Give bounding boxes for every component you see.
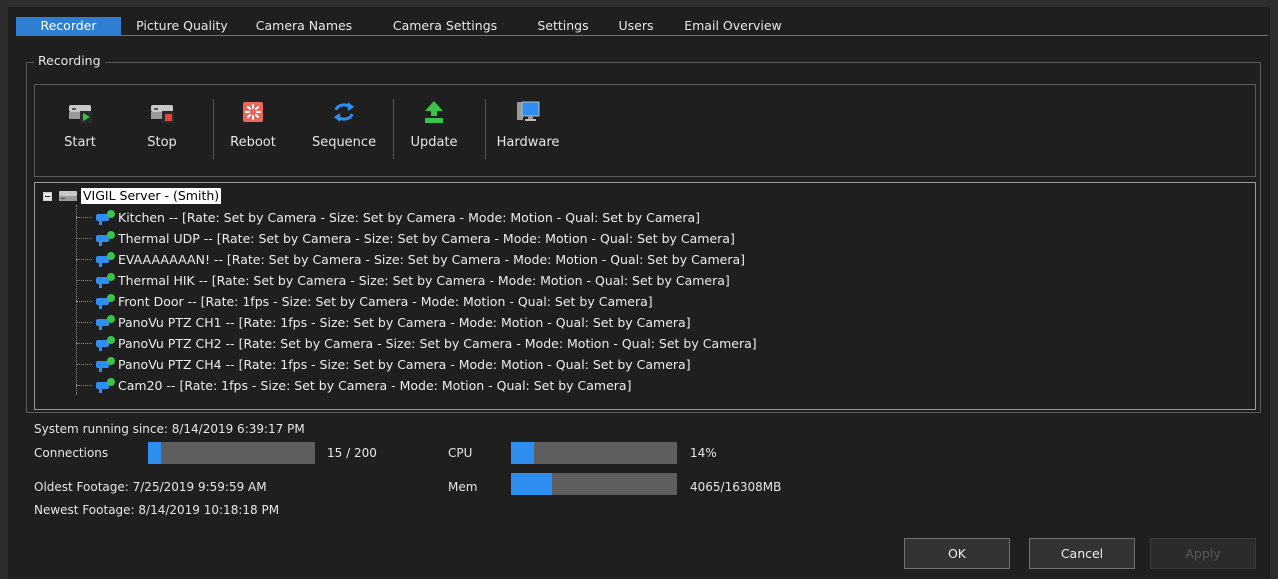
oldest-footage-text: Oldest Footage: 7/25/2019 9:59:59 AM [34, 480, 267, 494]
stop-button[interactable]: Stop [131, 99, 193, 159]
recorder-toolbar: Start Stop Reboot Sequence Update Hardwa… [34, 84, 1256, 177]
cpu-label: CPU [448, 446, 473, 460]
camera-label: Thermal HIK -- [Rate: Set by Camera - Si… [118, 272, 730, 288]
server-stop-icon [151, 105, 174, 123]
server-start-icon [69, 105, 92, 123]
camera-icon [96, 294, 115, 309]
hardware-label: Hardware [496, 135, 560, 150]
camera-label: Thermal UDP -- [Rate: Set by Camera - Si… [118, 230, 735, 246]
camera-node[interactable]: PanoVu PTZ CH2 -- [Rate: Set by Camera -… [76, 333, 757, 353]
recording-group-title: Recording [34, 54, 105, 68]
connections-progress-bar [148, 442, 315, 464]
tab-recorder[interactable]: Recorder [16, 17, 121, 35]
start-button[interactable]: Start [49, 99, 111, 159]
cpu-progress-bar [511, 442, 677, 464]
reboot-label: Reboot [230, 135, 276, 150]
camera-node[interactable]: EVAAAAAAAN! -- [Rate: Set by Camera - Si… [76, 249, 745, 269]
mem-label: Mem [448, 480, 478, 494]
camera-label: PanoVu PTZ CH2 -- [Rate: Set by Camera -… [118, 335, 757, 351]
update-button[interactable]: Update [401, 99, 467, 159]
toolbar-separator [485, 99, 486, 159]
camera-node[interactable]: Thermal UDP -- [Rate: Set by Camera - Si… [76, 228, 735, 248]
tab-email-overview[interactable]: Email Overview [671, 17, 795, 35]
collapse-icon[interactable] [43, 191, 52, 201]
reboot-icon [243, 102, 263, 122]
reboot-button[interactable]: Reboot [219, 99, 287, 159]
sequence-button[interactable]: Sequence [303, 99, 385, 159]
camera-icon [96, 252, 115, 267]
running-since-text: System running since: 8/14/2019 6:39:17 … [34, 422, 305, 436]
update-label: Update [410, 135, 458, 150]
camera-icon [96, 315, 115, 330]
update-icon [425, 101, 443, 123]
tab-picture-quality[interactable]: Picture Quality [121, 17, 243, 35]
camera-icon [96, 231, 115, 246]
camera-node[interactable]: Kitchen -- [Rate: Set by Camera - Size: … [76, 207, 700, 227]
connections-value: 15 / 200 [327, 446, 377, 460]
tab-users[interactable]: Users [601, 17, 671, 35]
tab-camera-names[interactable]: Camera Names [243, 17, 365, 35]
connections-label: Connections [34, 446, 109, 460]
camera-label: EVAAAAAAAN! -- [Rate: Set by Camera - Si… [118, 251, 746, 267]
camera-node[interactable]: Front Door -- [Rate: 1fps - Size: Set by… [76, 291, 653, 311]
camera-icon [96, 357, 115, 372]
hardware-button[interactable]: Hardware [489, 99, 567, 159]
connections-progress-fill [148, 442, 161, 464]
mem-progress-fill [511, 473, 553, 495]
mem-progress-bar [511, 473, 677, 495]
newest-footage-text: Newest Footage: 8/14/2019 10:18:18 PM [34, 503, 280, 517]
camera-icon [96, 378, 115, 393]
camera-tree[interactable]: VIGIL Server - (Smith) Kitchen -- [Rate:… [34, 182, 1256, 410]
hardware-monitor-icon [517, 101, 540, 121]
cpu-value: 14% [690, 446, 717, 460]
camera-label: PanoVu PTZ CH1 -- [Rate: 1fps - Size: Se… [118, 314, 691, 330]
sequence-label: Sequence [311, 135, 377, 150]
camera-icon [96, 273, 115, 288]
cancel-button[interactable]: Cancel [1029, 538, 1135, 569]
camera-node[interactable]: PanoVu PTZ CH4 -- [Rate: 1fps - Size: Se… [76, 354, 691, 374]
sequence-icon [334, 102, 354, 122]
stop-label: Stop [147, 135, 177, 150]
camera-label: Kitchen -- [Rate: Set by Camera - Size: … [118, 209, 701, 225]
start-label: Start [64, 135, 96, 150]
camera-icon [96, 210, 115, 225]
tab-settings[interactable]: Settings [525, 17, 601, 35]
mem-value: 4065/16308MB [690, 480, 782, 494]
camera-label: Front Door -- [Rate: 1fps - Size: Set by… [118, 293, 653, 309]
server-icon [59, 191, 77, 201]
camera-icon [96, 336, 115, 351]
camera-node[interactable]: Cam20 -- [Rate: 1fps - Size: Set by Came… [76, 375, 631, 395]
tab-bar: Recorder Picture Quality Camera Names Ca… [16, 17, 1268, 36]
camera-label: Cam20 -- [Rate: 1fps - Size: Set by Came… [118, 377, 632, 393]
camera-node[interactable]: PanoVu PTZ CH1 -- [Rate: 1fps - Size: Se… [76, 312, 691, 332]
toolbar-separator [213, 99, 214, 159]
toolbar-separator [393, 99, 394, 159]
camera-label: PanoVu PTZ CH4 -- [Rate: 1fps - Size: Se… [118, 356, 691, 372]
cpu-progress-fill [511, 442, 535, 464]
camera-node[interactable]: Thermal HIK -- [Rate: Set by Camera - Si… [76, 270, 730, 290]
apply-button[interactable]: Apply [1150, 538, 1256, 569]
tree-root-server[interactable]: VIGIL Server - (Smith) [43, 187, 222, 205]
ok-button[interactable]: OK [904, 538, 1010, 569]
server-name[interactable]: VIGIL Server - (Smith) [81, 188, 222, 204]
tab-camera-settings[interactable]: Camera Settings [365, 17, 525, 35]
